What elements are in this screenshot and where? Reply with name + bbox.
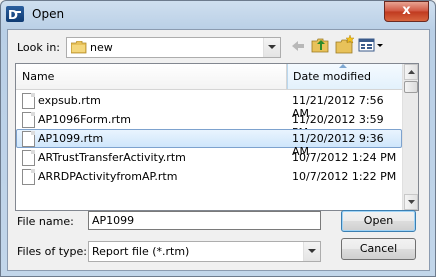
close-button[interactable]: x xyxy=(384,1,429,22)
file-name: AP1096Form.rtm xyxy=(38,113,131,126)
file-list[interactable]: Name Date modified expsub.rtm 11/21/2012… xyxy=(15,63,419,211)
list-item[interactable]: expsub.rtm 11/21/2012 7:56 AM xyxy=(16,91,402,120)
svg-text:D: D xyxy=(8,8,18,21)
file-name: ARRDPActivityfromAP.rtm xyxy=(38,170,178,183)
look-in-label: Look in: xyxy=(17,41,60,54)
file-icon xyxy=(22,169,35,185)
vertical-scrollbar[interactable] xyxy=(402,64,418,210)
new-folder-icon[interactable] xyxy=(335,34,355,55)
column-header-date-modified[interactable]: Date modified xyxy=(287,64,403,89)
scroll-up-button[interactable] xyxy=(404,64,418,80)
column-header-name[interactable]: Name xyxy=(16,64,287,89)
scroll-down-button[interactable] xyxy=(404,194,418,210)
look-in-dropdown[interactable]: new xyxy=(66,37,281,58)
dialog-body: Look in: new Name Date modified expsub.r… xyxy=(7,29,430,271)
files-of-type-dropdown[interactable]: Report file (*.rtm) xyxy=(88,241,321,262)
window-title: Open xyxy=(32,7,65,21)
file-icon xyxy=(22,131,35,147)
file-icon xyxy=(22,112,35,128)
close-icon: x xyxy=(402,3,411,18)
list-item[interactable]: ARRDPActivityfromAP.rtm 10/7/2012 1:22 P… xyxy=(16,167,402,186)
file-date: 10/7/2012 1:24 PM xyxy=(292,151,397,164)
list-item-selected[interactable]: AP1099.rtm 11/20/2012 9:36 AM xyxy=(16,129,402,158)
file-icon xyxy=(22,150,35,166)
chevron-down-icon[interactable] xyxy=(303,242,320,261)
scroll-thumb[interactable] xyxy=(404,81,418,93)
open-button[interactable]: Open xyxy=(341,210,416,232)
file-name: AP1099.rtm xyxy=(38,132,104,145)
files-of-type-label: Files of type: xyxy=(17,245,88,258)
app-icon: D xyxy=(6,6,24,22)
title-bar[interactable]: D Open x xyxy=(0,0,436,28)
file-icon xyxy=(22,93,35,109)
up-folder-icon[interactable] xyxy=(311,36,331,56)
file-name-input-wrap[interactable] xyxy=(88,211,321,230)
list-item[interactable]: AP1096Form.rtm 11/20/2012 3:59 PM xyxy=(16,110,402,139)
sort-caret-icon xyxy=(339,64,347,68)
view-menu-icon[interactable] xyxy=(358,36,386,56)
file-name-input[interactable] xyxy=(89,212,320,229)
chevron-down-icon[interactable] xyxy=(263,38,280,57)
list-header: Name Date modified xyxy=(16,64,403,90)
cancel-button[interactable]: Cancel xyxy=(341,238,416,260)
back-arrow-icon[interactable] xyxy=(289,37,309,57)
list-item[interactable]: ARTrustTransferActivity.rtm 10/7/2012 1:… xyxy=(16,148,402,167)
files-of-type-value: Report file (*.rtm) xyxy=(92,245,190,258)
file-name-label: File name: xyxy=(17,215,74,228)
look-in-value: new xyxy=(90,41,113,54)
file-name: ARTrustTransferActivity.rtm xyxy=(38,151,186,164)
file-date: 10/7/2012 1:22 PM xyxy=(292,170,397,183)
folder-icon xyxy=(70,40,87,57)
file-name: expsub.rtm xyxy=(38,94,101,107)
